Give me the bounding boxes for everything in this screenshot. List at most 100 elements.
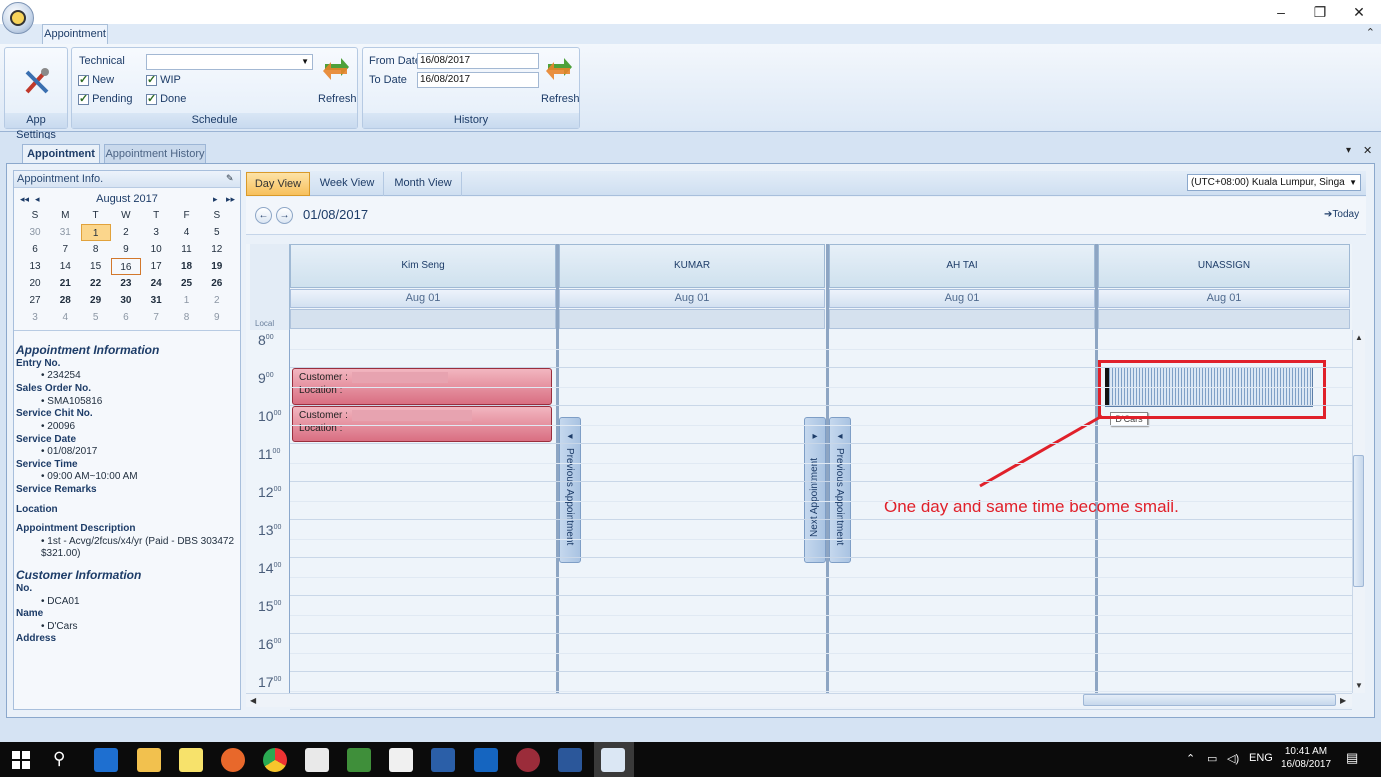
calendar-day[interactable]: 6: [20, 241, 50, 258]
calendar-last-icon[interactable]: ▸▸: [226, 193, 235, 206]
window-app-icon[interactable]: [389, 748, 413, 772]
day-header[interactable]: Aug 01: [829, 289, 1095, 308]
calendar-day[interactable]: 13: [20, 258, 50, 275]
calendar-day[interactable]: 10: [141, 241, 171, 258]
file-explorer-icon[interactable]: [137, 748, 161, 772]
volume-icon[interactable]: ◁): [1227, 752, 1239, 765]
chrome-icon[interactable]: [263, 748, 287, 772]
next-appointment-button[interactable]: ▸ Next Appointment: [804, 417, 826, 563]
calendar-day[interactable]: 24: [141, 275, 171, 292]
calendar-day[interactable]: 6: [111, 309, 141, 326]
resource-header-ah-tai[interactable]: AH TAI: [829, 244, 1095, 288]
all-day-row[interactable]: [290, 309, 556, 329]
scroll-up-icon[interactable]: ▲: [1355, 333, 1363, 342]
ribbon-collapse-icon[interactable]: ⌃: [1366, 26, 1375, 39]
calendar-day[interactable]: 31: [50, 224, 80, 241]
calendar-day[interactable]: 4: [50, 309, 80, 326]
horizontal-scroll-thumb[interactable]: [1083, 694, 1336, 706]
minimize-button[interactable]: –: [1266, 2, 1296, 22]
calendar-day[interactable]: 14: [50, 258, 80, 275]
resource-header-unassign[interactable]: UNASSIGN: [1098, 244, 1350, 288]
tab-list-dropdown-icon[interactable]: ▾: [1346, 145, 1351, 156]
calendar-day[interactable]: 23: [111, 275, 141, 292]
today-link[interactable]: ➔Today: [1324, 209, 1359, 220]
to-date-input[interactable]: 16/08/2017: [417, 72, 539, 88]
application-menu-button[interactable]: [2, 2, 34, 34]
calendar-day[interactable]: 18: [172, 258, 202, 275]
tab-appointment[interactable]: Appointment: [22, 144, 100, 163]
word-icon[interactable]: [558, 748, 582, 772]
clock[interactable]: 10:41 AM 16/08/2017: [1280, 745, 1332, 771]
tab-appointment-history[interactable]: Appointment History: [104, 144, 206, 163]
stats-app-icon[interactable]: [431, 748, 455, 772]
calendar-day[interactable]: 11: [172, 241, 202, 258]
calendar-day[interactable]: 9: [202, 309, 232, 326]
checkbox-box[interactable]: [78, 92, 89, 105]
sticky-notes-icon[interactable]: [179, 748, 203, 772]
all-day-row[interactable]: [1098, 309, 1350, 329]
calendar-day[interactable]: 7: [50, 241, 80, 258]
calendar-day[interactable]: 16: [110, 258, 141, 275]
resource-header-kumar[interactable]: KUMAR: [559, 244, 825, 288]
calendar-day[interactable]: 17: [141, 258, 171, 275]
close-button[interactable]: ✕: [1344, 2, 1374, 22]
calendar-day[interactable]: 27: [20, 292, 50, 309]
calendar-day[interactable]: 1: [172, 292, 202, 309]
tab-month-view[interactable]: Month View: [385, 172, 462, 196]
tab-day-view[interactable]: Day View: [246, 172, 310, 196]
calendar-day[interactable]: 4: [172, 224, 202, 241]
calendar-day[interactable]: 25: [172, 275, 202, 292]
all-day-row[interactable]: [559, 309, 825, 329]
day-header[interactable]: Aug 01: [290, 289, 556, 308]
all-day-row[interactable]: [829, 309, 1095, 329]
calendar-day[interactable]: 31: [141, 292, 171, 309]
checkbox-wip[interactable]: WIP: [146, 73, 181, 86]
checkbox-done[interactable]: Done: [146, 92, 186, 105]
network-icon[interactable]: ▭: [1207, 752, 1217, 765]
from-date-input[interactable]: 16/08/2017: [417, 53, 539, 69]
vertical-scroll-thumb[interactable]: [1353, 455, 1364, 587]
search-icon[interactable]: ⚲: [53, 749, 65, 769]
checkbox-box[interactable]: [146, 73, 157, 86]
tray-overflow-icon[interactable]: ⌃: [1186, 752, 1195, 765]
previous-appointment-button[interactable]: ◂ Previous Appointment: [829, 417, 851, 563]
calendar-day[interactable]: 21: [50, 275, 80, 292]
calendar-day[interactable]: 20: [20, 275, 50, 292]
mail-icon[interactable]: [305, 748, 329, 772]
app-settings-group[interactable]: App Settings: [4, 47, 68, 141]
calendar-day[interactable]: 2: [111, 224, 141, 241]
ribbon-tab-appointment[interactable]: Appointment: [42, 24, 108, 44]
scroll-left-icon[interactable]: ◀: [250, 696, 256, 705]
calendar-day[interactable]: 26: [202, 275, 232, 292]
restore-button[interactable]: ❐: [1305, 2, 1335, 22]
chart-app-icon[interactable]: [347, 748, 371, 772]
calendar-day[interactable]: 30: [111, 292, 141, 309]
calendar-day[interactable]: 30: [20, 224, 50, 241]
previous-appointment-button[interactable]: ◂ Previous Appointment: [559, 417, 581, 563]
edge-icon[interactable]: [94, 748, 118, 772]
timezone-select[interactable]: (UTC+08:00) Kuala Lumpur, Singa ▼: [1187, 174, 1361, 191]
outlook-icon[interactable]: [474, 748, 498, 772]
technical-select[interactable]: ▼: [146, 54, 313, 70]
calendar-day[interactable]: 12: [202, 241, 232, 258]
calendar-day[interactable]: 5: [202, 224, 232, 241]
pin-icon[interactable]: ✎: [226, 173, 234, 184]
language-indicator[interactable]: ENG: [1249, 752, 1273, 764]
calendar-day[interactable]: 29: [81, 292, 111, 309]
checkbox-box[interactable]: [78, 73, 89, 86]
checkbox-pending[interactable]: Pending: [78, 92, 132, 105]
calendar-next-icon[interactable]: ▸: [213, 193, 218, 206]
calendar-day[interactable]: 2: [202, 292, 232, 309]
calendar-day[interactable]: 7: [141, 309, 171, 326]
calendar-day[interactable]: 1: [80, 224, 111, 241]
calendar-day[interactable]: 22: [81, 275, 111, 292]
windows-start-icon[interactable]: [12, 751, 30, 769]
calendar-day[interactable]: 8: [172, 309, 202, 326]
tab-close-icon[interactable]: ✕: [1363, 144, 1372, 157]
calendar-app-icon[interactable]: [601, 748, 625, 772]
prev-day-button[interactable]: ←: [255, 207, 272, 224]
calendar-day[interactable]: 15: [81, 258, 111, 275]
notification-icon[interactable]: ▤: [1346, 750, 1358, 766]
scroll-right-icon[interactable]: ▶: [1340, 696, 1346, 705]
appointment-block[interactable]: Customer : Location :: [292, 406, 552, 442]
